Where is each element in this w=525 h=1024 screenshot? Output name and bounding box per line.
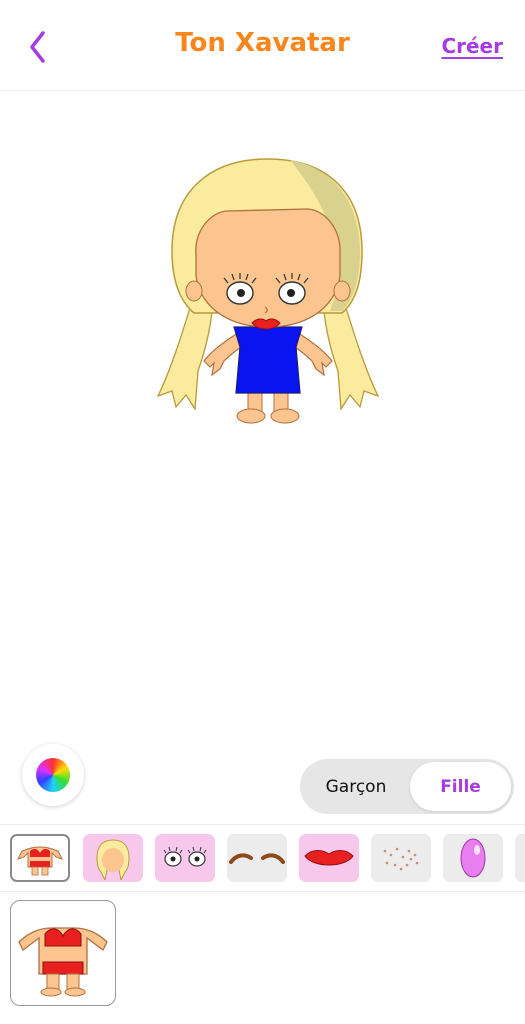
category-body[interactable] bbox=[10, 834, 70, 882]
color-wheel-icon bbox=[36, 758, 70, 792]
hair-icon bbox=[96, 839, 130, 880]
header-bar: Ton Xavatar Créer bbox=[0, 0, 525, 91]
lips-icon bbox=[304, 850, 354, 866]
gender-toggle: Garçon Fille bbox=[300, 759, 514, 814]
category-freckles[interactable] bbox=[371, 834, 431, 882]
category-bar bbox=[0, 824, 525, 892]
category-makeup[interactable] bbox=[443, 834, 503, 882]
category-eyebrows[interactable] bbox=[227, 834, 287, 882]
body-icon bbox=[17, 846, 63, 876]
category-hair[interactable] bbox=[83, 834, 143, 882]
create-button[interactable]: Créer bbox=[441, 34, 503, 58]
freckles-icon bbox=[383, 847, 419, 871]
body-option-icon bbox=[18, 927, 108, 997]
color-picker-button[interactable] bbox=[22, 744, 84, 806]
category-eyes[interactable] bbox=[155, 834, 215, 882]
gender-option-girl[interactable]: Fille bbox=[410, 762, 511, 811]
eyebrows-icon bbox=[229, 853, 285, 864]
gender-option-boy[interactable]: Garçon bbox=[303, 762, 409, 811]
body-option-tile[interactable] bbox=[10, 900, 116, 1006]
category-glasses[interactable] bbox=[515, 834, 525, 882]
avatar-figure bbox=[156, 158, 380, 424]
makeup-icon bbox=[460, 838, 486, 878]
avatar-preview bbox=[0, 91, 525, 741]
category-lips[interactable] bbox=[299, 834, 359, 882]
eyes-icon bbox=[163, 846, 207, 867]
